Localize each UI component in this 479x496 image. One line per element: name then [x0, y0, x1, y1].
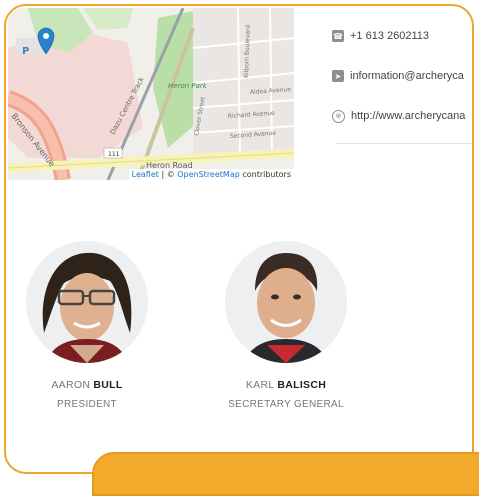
phone-text[interactable]: +1 613 2602113 [350, 30, 429, 42]
accent-footer-bar [92, 452, 479, 496]
first-name: KARL [245, 379, 275, 391]
map-attribution: Leaflet | © OpenStreetMap contributors [128, 169, 294, 180]
email-link[interactable]: information@archeryca [350, 70, 464, 82]
osm-link[interactable]: OpenStreetMap [177, 170, 240, 179]
globe-icon: ⊕ [332, 109, 345, 123]
last-name: BULL [93, 379, 123, 391]
person-card-president: AARON BULL PRESIDENT [12, 241, 162, 410]
contact-website[interactable]: ⊕ http://www.archerycana [332, 108, 465, 124]
map-label-parking: P [22, 46, 29, 57]
attribution-separator: | © [158, 170, 178, 179]
map-route-shield: 111 [108, 151, 120, 158]
map-label-park: Heron Park [168, 82, 208, 90]
website-link[interactable]: http://www.archerycana [351, 110, 465, 122]
leaflet-link[interactable]: Leaflet [132, 170, 159, 179]
contact-divider [336, 143, 472, 144]
last-name: BALISCH [277, 379, 327, 391]
person-card-secretary: KARL BALISCH SECRETARY GENERAL [211, 241, 361, 410]
first-name: AARON [51, 379, 91, 391]
send-icon: ➤ [332, 70, 344, 82]
portrait-image [26, 241, 148, 363]
contact-phone[interactable]: ☎ +1 613 2602113 [332, 28, 429, 44]
person-name: KARL BALISCH [211, 379, 361, 391]
content-card: Bronson Avenue Dazu Centre Track Heron P… [4, 4, 474, 474]
attribution-suffix: contributors [239, 170, 291, 179]
avatar [225, 241, 347, 363]
person-role: SECRETARY GENERAL [228, 399, 344, 410]
contact-email[interactable]: ➤ information@archeryca [332, 68, 464, 84]
portrait-image [225, 241, 347, 363]
location-map[interactable]: Bronson Avenue Dazu Centre Track Heron P… [8, 8, 294, 180]
map-tiles: Bronson Avenue Dazu Centre Track Heron P… [8, 8, 294, 180]
person-name: AARON BULL [12, 379, 162, 391]
person-role: PRESIDENT [57, 399, 117, 410]
phone-icon: ☎ [332, 30, 344, 42]
avatar [26, 241, 148, 363]
